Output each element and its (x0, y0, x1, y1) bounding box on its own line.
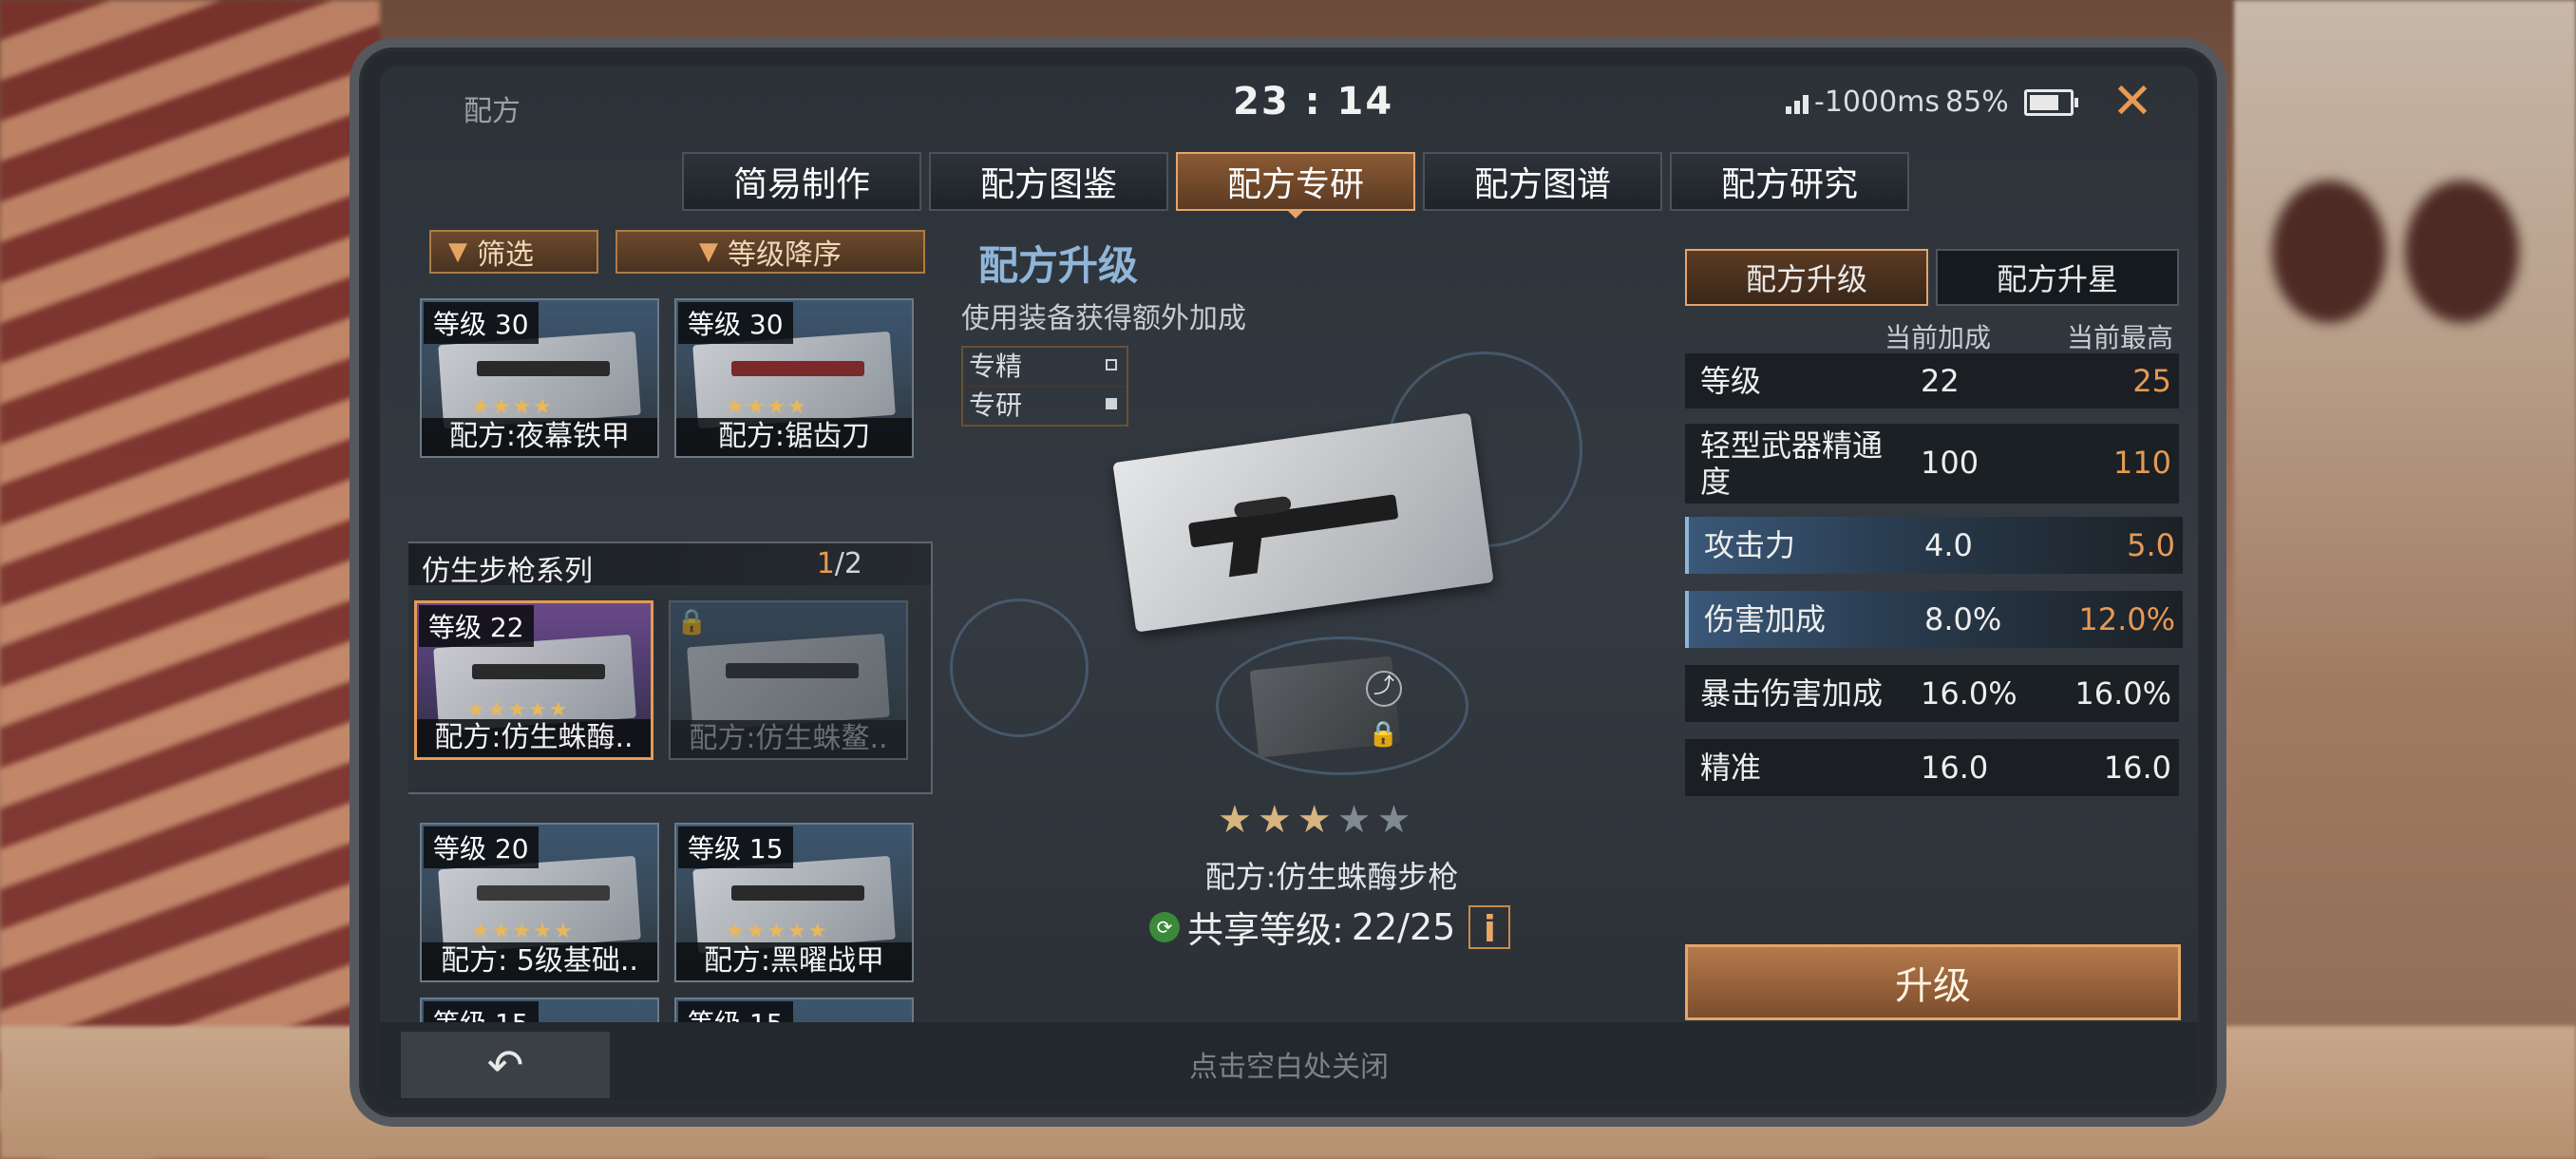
upgrade-tabs: 配方升级 配方升星 (1685, 249, 2179, 306)
spec-option-mastery[interactable]: 专精 (963, 348, 1127, 387)
tab-star-up[interactable]: 配方升星 (1936, 249, 2179, 306)
card-level: 等级 20 (424, 826, 539, 868)
recipe-card[interactable]: 等级 30 ★★★★ 配方:锯齿刀 (674, 298, 914, 458)
group-title: 仿生步枪系列 (422, 555, 593, 588)
recipe-card[interactable]: 等级 20 ★★★★★ 配方: 5级基础.. (420, 823, 659, 982)
card-level: 等级 22 (419, 605, 534, 647)
blueprint-preview (1112, 412, 1494, 633)
close-hint[interactable]: 点击空白处关闭 (380, 1043, 2198, 1085)
recipe-list[interactable]: 等级 30 ★★★★ 配方:夜幕铁甲 等级 30 ★★★★ 配方:锯齿刀 仿生步… (408, 298, 940, 1030)
filter-button[interactable]: ▼ 筛选 (429, 230, 598, 274)
column-max: 当前最高 (2067, 322, 2174, 353)
stat-row: 伤害加成 8.0% 12.0% (1685, 591, 2183, 648)
card-stars: ★★★★★ (471, 920, 575, 943)
lock-icon: 🔒 (676, 608, 708, 636)
background-scenery (2234, 0, 2576, 1159)
lock-icon: 🔒 (1368, 720, 1399, 749)
sort-button[interactable]: ▼ 等级降序 (616, 230, 925, 274)
filter-row: ▼ 筛选 ▼ 等级降序 (429, 230, 925, 274)
back-icon: ↶ (486, 1039, 524, 1091)
share-icon: ⟳ (1149, 911, 1180, 942)
chevron-down-icon: ▼ (699, 238, 718, 266)
stat-row: 轻型武器精通度 100 110 (1685, 424, 2179, 504)
back-button[interactable]: ↶ (401, 1032, 610, 1098)
rifle-image (1187, 494, 1399, 548)
armor-image (731, 885, 864, 901)
card-name: 配方:仿生蛛酶.. (417, 719, 651, 757)
recipe-card-locked[interactable]: 🔒 配方:仿生蛛鳌.. (669, 600, 908, 760)
share-level: ⟳ 共享等级: 22/25 i (1149, 901, 1511, 953)
recipe-group: 仿生步枪系列 1/2 等级 22 ★★★★★ 配方:仿生蛛酶.. 🔒 配方:仿生… (408, 542, 933, 794)
battery-icon (2023, 88, 2078, 116)
latency-text: -1000ms (1814, 86, 1941, 119)
stat-row: 攻击力 4.0 5.0 (1685, 517, 2183, 574)
filter-label: 筛选 (477, 238, 534, 272)
group-count: 1/2 (816, 547, 862, 580)
decor-ring (950, 598, 1089, 737)
card-name: 配方:仿生蛛鳌.. (671, 720, 906, 758)
card-name: 配方: 5级基础.. (422, 942, 657, 980)
recipe-card[interactable]: 等级 15 ★★★★★ 配方:黑曜战甲 (674, 823, 914, 982)
checkbox-checked-icon (1106, 398, 1117, 409)
recipe-card[interactable]: 等级 30 ★★★★ 配方:夜幕铁甲 (420, 298, 659, 458)
column-current: 当前加成 (1885, 322, 1992, 353)
stat-row: 等级 22 25 (1685, 353, 2179, 408)
window-title: 配方 (464, 95, 521, 128)
info-icon[interactable]: i (1468, 904, 1511, 950)
card-level: 等级 30 (424, 302, 539, 344)
item-name: 配方:仿生蛛酶步枪 (1204, 859, 1459, 895)
share-label: 共享等级: (1187, 909, 1344, 951)
card-stars: ★★★★ (726, 395, 808, 419)
card-stars: ★★★★ (471, 395, 554, 419)
signal-icon (1786, 91, 1809, 114)
tablet-screen: 配方 23 : 14 -1000ms 85% ✕ 简易制作 配方图鉴 配方专研 … (380, 66, 2198, 1100)
stat-row: 精准 16.0 16.0 (1685, 739, 2179, 796)
item-image (477, 885, 610, 901)
card-name: 配方:锯齿刀 (676, 418, 912, 456)
upgrade-button[interactable]: 升级 (1685, 944, 2181, 1020)
background-stairs (0, 0, 380, 1159)
group-header: 仿生步枪系列 1/2 (408, 543, 931, 588)
chevron-down-icon: ▼ (448, 238, 467, 266)
checkbox-icon (1106, 359, 1117, 370)
spec-toggle: 专精 专研 (961, 346, 1128, 427)
background-decoration (2405, 180, 2519, 323)
blade-image (731, 361, 864, 376)
status-indicators: -1000ms 85% (1786, 86, 2078, 119)
section-subtitle: 使用装备获得额外加成 (961, 302, 1246, 335)
card-name: 配方:夜幕铁甲 (422, 418, 657, 456)
card-name: 配方:黑曜战甲 (676, 942, 912, 980)
card-level: 等级 15 (678, 826, 793, 868)
section-title: 配方升级 (978, 242, 1139, 289)
top-bar: 配方 23 : 14 -1000ms 85% ✕ (380, 66, 2198, 133)
close-button[interactable]: ✕ (2107, 76, 2158, 127)
spec-option-study[interactable]: 专研 (963, 387, 1127, 425)
recipe-card-selected[interactable]: 等级 22 ★★★★★ 配方:仿生蛛酶.. (414, 600, 653, 760)
stat-row: 暴击伤害加成 16.0% 16.0% (1685, 665, 2179, 722)
armor-image (477, 361, 610, 376)
card-stars: ★★★★★ (726, 920, 829, 943)
main-tabs: 简易制作 配方图鉴 配方专研 配方图谱 配方研究 (682, 152, 1909, 218)
share-value: 22/25 (1351, 905, 1456, 948)
tab-recipe-tree[interactable]: 配方图谱 (1423, 152, 1662, 211)
tab-upgrade[interactable]: 配方升级 (1685, 249, 1928, 306)
sort-label: 等级降序 (728, 238, 842, 272)
clock: 23 : 14 (1233, 80, 1394, 124)
close-icon: ✕ (2112, 73, 2153, 130)
tab-recipe-study[interactable]: 配方专研 (1176, 152, 1415, 218)
bottom-bar: 点击空白处关闭 ↶ (380, 1022, 2198, 1100)
share-icon[interactable]: ⤴ (1366, 671, 1402, 707)
rifle-image (726, 663, 859, 678)
tab-recipe-catalog[interactable]: 配方图鉴 (929, 152, 1168, 211)
battery-text: 85% (1945, 86, 2009, 119)
blueprint-image (687, 633, 890, 732)
star-rating: ★★★★★ (1218, 798, 1417, 842)
rifle-image (472, 664, 605, 679)
tablet-frame: 配方 23 : 14 -1000ms 85% ✕ 简易制作 配方图鉴 配方专研 … (350, 38, 2226, 1127)
background-decoration (2272, 180, 2386, 323)
card-level: 等级 30 (678, 302, 793, 344)
tab-simple-craft[interactable]: 简易制作 (682, 152, 921, 211)
tab-recipe-research[interactable]: 配方研究 (1670, 152, 1909, 211)
